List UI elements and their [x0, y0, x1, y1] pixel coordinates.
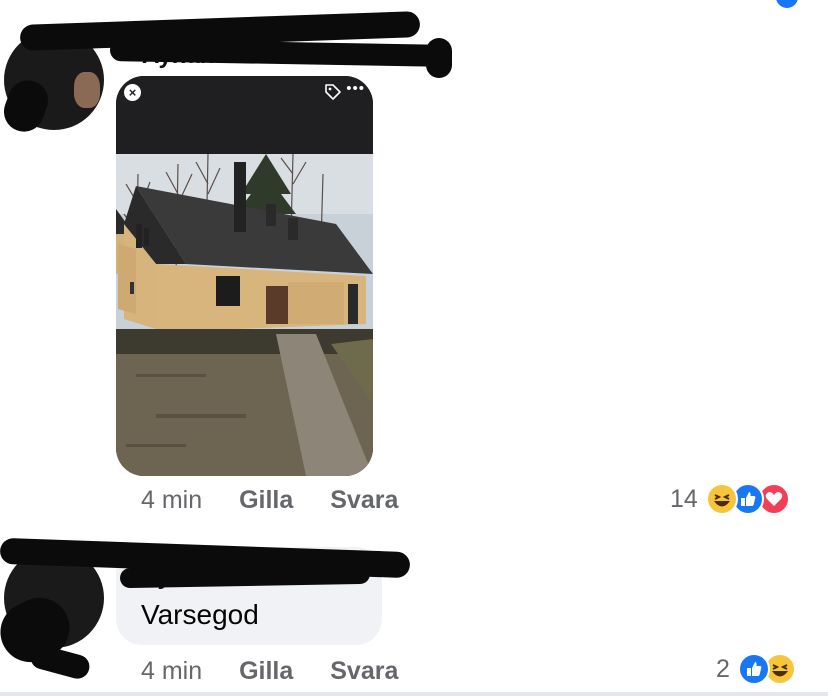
- more-options-icon[interactable]: •••: [346, 80, 365, 97]
- reply-link[interactable]: Svara: [330, 657, 398, 685]
- haha-icon: [705, 483, 738, 515]
- avatar-face: [74, 72, 100, 108]
- close-icon[interactable]: ×: [124, 84, 141, 101]
- tag-icon[interactable]: [323, 82, 343, 102]
- comment-text: Varsegod: [141, 599, 259, 630]
- divider: [0, 692, 828, 696]
- reply-link[interactable]: Svara: [330, 486, 398, 514]
- comment-actions: 4 min Gilla Svara: [141, 657, 398, 686]
- like-link[interactable]: Gilla: [239, 657, 293, 685]
- comment-time[interactable]: 4 min: [141, 657, 202, 685]
- reaction-summary[interactable]: 14: [670, 483, 790, 515]
- reaction-summary[interactable]: 2: [716, 653, 796, 685]
- avatar-face: [74, 590, 100, 626]
- notification-dot: [776, 0, 798, 8]
- reaction-count: 14: [670, 484, 698, 513]
- redaction-scribble: [426, 38, 452, 78]
- comment-time[interactable]: 4 min: [141, 486, 202, 514]
- house-image: [116, 154, 373, 476]
- like-link[interactable]: Gilla: [239, 486, 293, 514]
- comment-photo[interactable]: × •••: [116, 76, 373, 476]
- reaction-count: 2: [716, 654, 730, 683]
- like-icon: [737, 653, 770, 685]
- comment-actions: 4 min Gilla Svara: [141, 486, 398, 515]
